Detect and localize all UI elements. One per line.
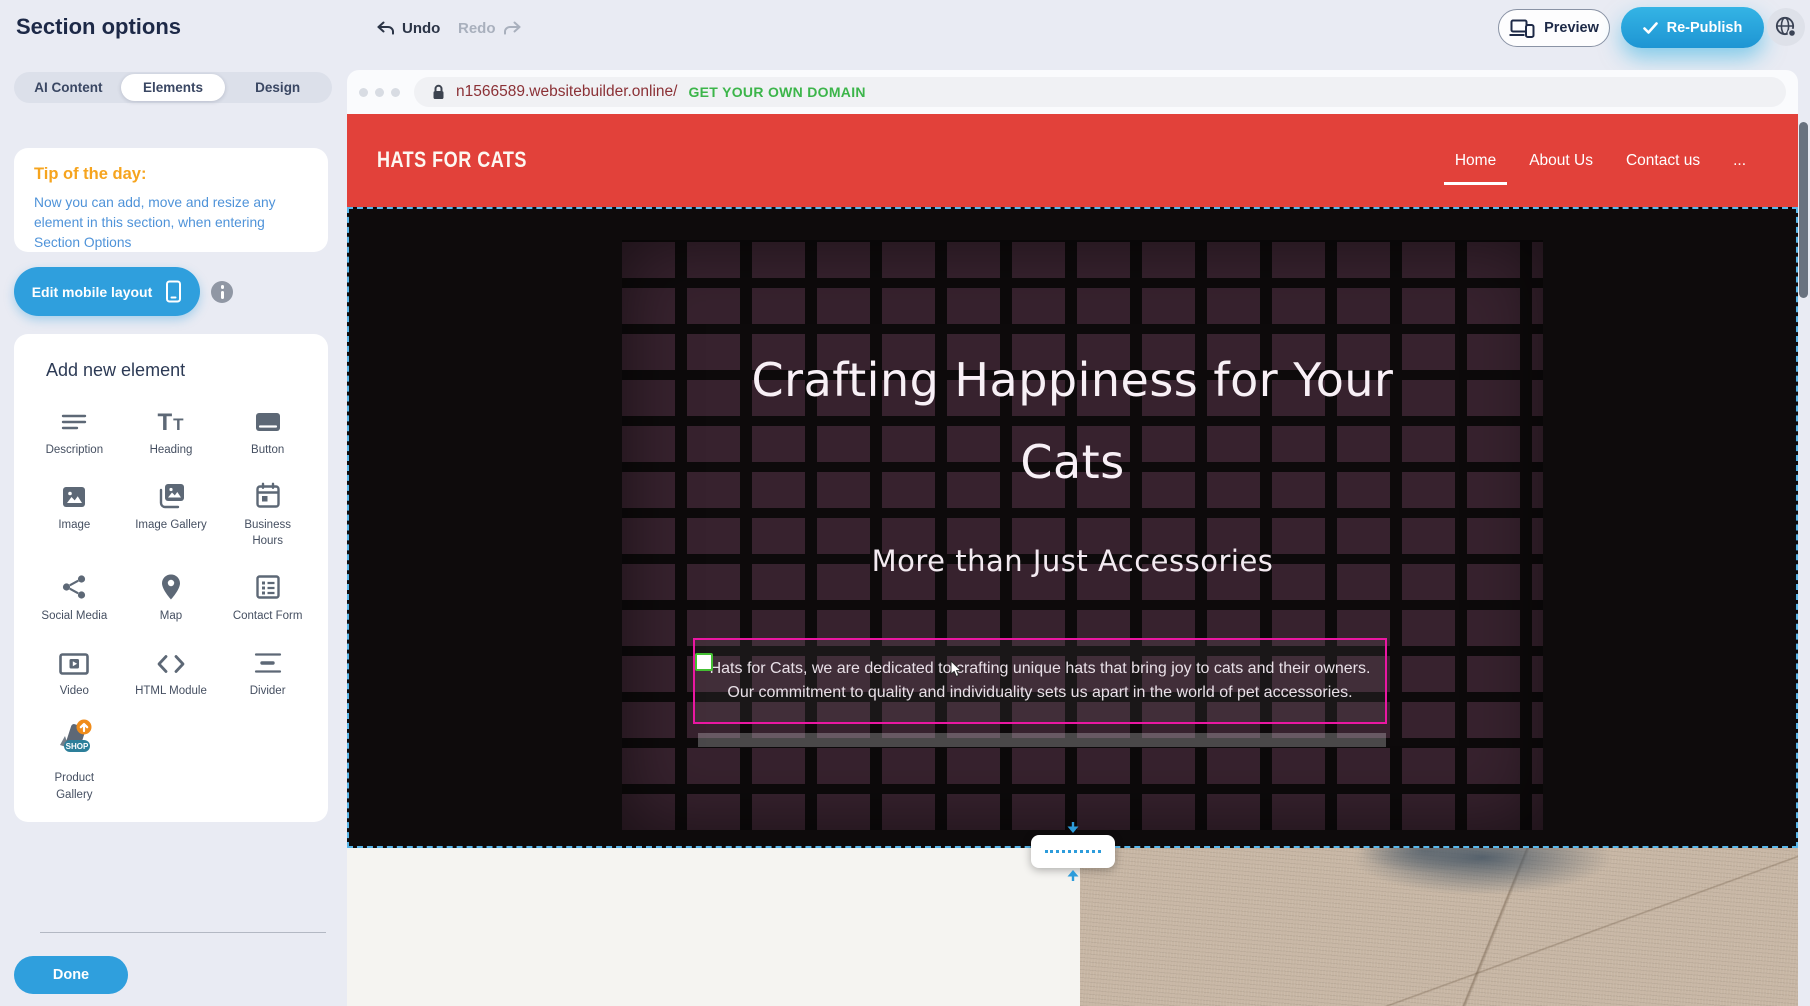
done-button[interactable]: Done <box>14 956 128 994</box>
redo-button[interactable]: Redo <box>458 20 522 37</box>
site-nav: Home About Us Contact us ... <box>1455 114 1746 207</box>
hero-paragraph-line2: Our commitment to quality and individual… <box>727 681 1352 705</box>
preview-button[interactable]: Preview <box>1498 9 1610 47</box>
phone-icon <box>165 280 182 303</box>
add-new-element-heading: Add new element <box>46 360 316 381</box>
element-drag-handle[interactable] <box>695 653 713 671</box>
lock-icon <box>432 84 445 100</box>
site-url: n1566589.websitebuilder.online/ <box>456 83 677 101</box>
element-button[interactable]: Button <box>219 395 316 458</box>
element-heading[interactable]: TT Heading <box>123 395 220 458</box>
done-label: Done <box>53 967 89 983</box>
republish-button[interactable]: Re-Publish <box>1621 7 1764 48</box>
element-map[interactable]: Map <box>123 561 220 624</box>
element-hover-placeholder <box>698 733 1386 747</box>
next-section-photo[interactable] <box>1080 848 1798 1006</box>
undo-label: Undo <box>402 20 440 37</box>
page-title: Section options <box>16 14 181 40</box>
element-html-module[interactable]: HTML Module <box>123 636 220 699</box>
element-grid: Description TT Heading Button Image <box>26 395 316 803</box>
element-image-gallery[interactable]: Image Gallery <box>123 470 220 549</box>
tip-of-the-day-card: Tip of the day: Now you can add, move an… <box>14 148 328 252</box>
element-contact-form[interactable]: Contact Form <box>219 561 316 624</box>
tip-body: Now you can add, move and resize any ele… <box>34 193 308 253</box>
next-section-background[interactable] <box>347 848 1080 1006</box>
tab-ai-content[interactable]: AI Content <box>16 74 121 101</box>
section-options-editor: Section options Undo Redo Preview Re-Pub… <box>0 0 1810 1006</box>
republish-label: Re-Publish <box>1667 20 1743 36</box>
product-gallery-icon: SHOP <box>51 719 97 763</box>
language-globe-button[interactable] <box>1767 8 1805 46</box>
description-icon <box>59 403 89 435</box>
preview-scrollbar-thumb[interactable] <box>1799 122 1808 298</box>
preview-label: Preview <box>1544 20 1599 36</box>
site-header[interactable]: HATS FOR CATS Home About Us Contact us .… <box>347 114 1798 207</box>
edit-mobile-label: Edit mobile layout <box>32 284 153 300</box>
globe-icon <box>1774 15 1798 39</box>
add-new-element-panel: Add new element Description TT Heading B… <box>14 334 328 822</box>
mouse-cursor <box>950 660 963 678</box>
hero-subheading: More than Just Accessories <box>349 541 1796 581</box>
heading-icon: TT <box>157 403 184 435</box>
check-icon <box>1643 22 1658 34</box>
map-pin-icon <box>159 569 183 601</box>
window-control-dots <box>359 88 400 97</box>
hero-paragraph-element[interactable]: Hats for Cats, we are dedicated to craft… <box>693 638 1387 724</box>
video-icon <box>58 644 90 676</box>
element-divider[interactable]: Divider <box>219 636 316 699</box>
devices-icon <box>1509 19 1535 38</box>
redo-label: Redo <box>458 20 496 37</box>
contact-form-icon <box>254 569 282 601</box>
arrow-down-icon <box>1066 822 1080 834</box>
undo-button[interactable]: Undo <box>376 20 440 37</box>
button-icon <box>253 403 283 435</box>
element-product-gallery[interactable]: SHOP Product Gallery <box>26 711 123 802</box>
element-description[interactable]: Description <box>26 395 123 458</box>
tip-title: Tip of the day: <box>34 165 308 184</box>
calendar-icon <box>254 478 282 510</box>
get-domain-link[interactable]: GET YOUR OWN DOMAIN <box>688 84 865 100</box>
share-icon <box>60 569 88 601</box>
section-resize-handle[interactable] <box>1031 835 1115 868</box>
element-social-media[interactable]: Social Media <box>26 561 123 624</box>
sidebar-divider <box>40 932 326 933</box>
tab-elements[interactable]: Elements <box>121 74 226 101</box>
element-video[interactable]: Video <box>26 636 123 699</box>
browser-chrome: n1566589.websitebuilder.online/ GET YOUR… <box>347 70 1798 114</box>
arrow-up-icon <box>1066 869 1080 881</box>
undo-icon <box>376 21 395 36</box>
shop-badge: SHOP <box>66 742 89 751</box>
resize-dotted-line <box>1045 850 1101 853</box>
nav-contact-us[interactable]: Contact us <box>1626 152 1700 170</box>
redo-icon <box>503 21 522 36</box>
edit-mobile-layout-button[interactable]: Edit mobile layout <box>14 267 200 316</box>
code-icon <box>155 644 187 676</box>
hero-paragraph-line1: Hats for Cats, we are dedicated to craft… <box>710 657 1371 681</box>
nav-more[interactable]: ... <box>1733 152 1746 170</box>
nav-home[interactable]: Home <box>1455 152 1496 170</box>
hero-heading: Crafting Happiness for Your Cats <box>728 339 1418 503</box>
image-icon <box>60 478 88 510</box>
element-image[interactable]: Image <box>26 470 123 549</box>
nav-about-us[interactable]: About Us <box>1529 152 1593 170</box>
info-icon[interactable] <box>211 281 233 303</box>
panel-tabs: AI Content Elements Design <box>14 72 332 103</box>
selected-hero-section[interactable]: Crafting Happiness for Your Cats More th… <box>347 207 1798 848</box>
element-business-hours[interactable]: Business Hours <box>219 470 316 549</box>
tab-design[interactable]: Design <box>225 74 330 101</box>
divider-icon <box>253 644 283 676</box>
site-logo[interactable]: HATS FOR CATS <box>377 148 527 173</box>
image-gallery-icon <box>156 478 186 510</box>
url-bar[interactable]: n1566589.websitebuilder.online/ GET YOUR… <box>414 77 1786 107</box>
